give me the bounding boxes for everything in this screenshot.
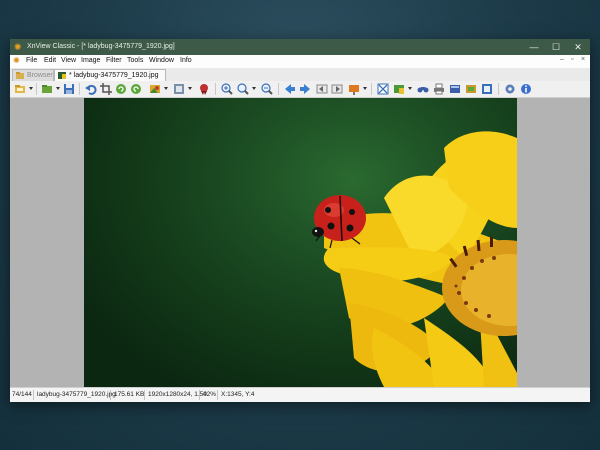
convert-icon[interactable]	[465, 83, 477, 95]
mdi-minimize-button[interactable]: –	[560, 56, 564, 63]
tab-browser[interactable]: Browser	[12, 69, 54, 81]
zoom-fit-icon[interactable]	[237, 83, 249, 95]
menu-image[interactable]: Image	[81, 57, 100, 64]
first-page-icon[interactable]	[316, 83, 328, 95]
menu-bar: ✺ File Edit View Image Filter Tools Wind…	[10, 55, 590, 68]
tab-image[interactable]: * ladybug-3475779_1920.jpg	[54, 69, 166, 81]
status-filesize: 175.61 KB	[114, 391, 145, 398]
tab-browser-label: Browser	[27, 72, 53, 79]
menu-view[interactable]: View	[61, 57, 76, 64]
slideshow-dropdown[interactable]	[363, 87, 367, 90]
print-icon[interactable]	[433, 83, 445, 95]
menu-file[interactable]: File	[26, 57, 37, 64]
toolbar-separator	[36, 83, 37, 95]
open-dropdown[interactable]	[56, 87, 60, 90]
menu-window[interactable]: Window	[149, 57, 174, 64]
screenshot-icon[interactable]	[481, 83, 493, 95]
undo-icon[interactable]	[85, 83, 97, 95]
binoculars-icon[interactable]	[417, 83, 429, 95]
toolbar-separator	[278, 83, 279, 95]
menu-info[interactable]: Info	[180, 57, 192, 64]
title-bar[interactable]: ✺ XnView Classic - [* ladybug-3475779_19…	[10, 39, 590, 55]
status-separator	[144, 390, 145, 400]
app-menu-icon[interactable]: ✺	[13, 56, 20, 65]
resize-dropdown[interactable]	[188, 87, 192, 90]
toolbar	[10, 81, 590, 98]
rotate-left-icon[interactable]	[115, 83, 127, 95]
toolbar-separator	[498, 83, 499, 95]
scanner-icon[interactable]	[449, 83, 461, 95]
next-icon[interactable]	[299, 83, 311, 95]
fullscreen-icon[interactable]	[377, 83, 389, 95]
capture-dropdown[interactable]	[408, 87, 412, 90]
toolbar-separator	[215, 83, 216, 95]
close-button[interactable]: ✕	[567, 39, 589, 55]
zoom-out-icon[interactable]	[261, 83, 273, 95]
info-icon[interactable]	[520, 83, 532, 95]
status-separator	[33, 390, 34, 400]
last-page-icon[interactable]	[331, 83, 343, 95]
ladybug-photo[interactable]	[84, 98, 517, 387]
mdi-restore-button[interactable]: ▫	[571, 56, 573, 63]
settings-icon[interactable]	[504, 83, 516, 95]
adjust-dropdown[interactable]	[164, 87, 168, 90]
browser-dropdown[interactable]	[29, 87, 33, 90]
menu-filter[interactable]: Filter	[106, 57, 122, 64]
status-zoom: 42%	[203, 391, 217, 398]
tab-image-label: * ladybug-3475779_1920.jpg	[69, 72, 159, 79]
previous-icon[interactable]	[284, 83, 296, 95]
toolbar-separator	[371, 83, 372, 95]
status-separator	[199, 390, 200, 400]
status-position: 74/144	[12, 391, 32, 398]
slideshow-icon[interactable]	[348, 83, 360, 95]
window-title: XnView Classic - [* ladybug-3475779_1920…	[27, 43, 175, 50]
image-icon	[58, 72, 66, 79]
maximize-button[interactable]: ☐	[545, 39, 567, 55]
capture-icon[interactable]	[393, 83, 405, 95]
tab-bar: Browser * ladybug-3475779_1920.jpg	[10, 68, 590, 82]
open-folder-icon[interactable]	[41, 83, 53, 95]
resize-icon[interactable]	[173, 83, 185, 95]
zoom-dropdown[interactable]	[252, 87, 256, 90]
status-filename: ladybug-3475779_1920.jpg	[37, 391, 116, 398]
toolbar-separator	[79, 83, 80, 95]
zoom-in-icon[interactable]	[221, 83, 233, 95]
status-separator	[217, 390, 218, 400]
browser-icon	[16, 72, 24, 79]
save-icon[interactable]	[63, 83, 75, 95]
status-cursor: X:1345, Y:4	[221, 391, 255, 398]
rotate-right-icon[interactable]	[130, 83, 142, 95]
xnview-app-icon: ✺	[14, 42, 22, 52]
status-bar: 74/144 ladybug-3475779_1920.jpg 175.61 K…	[10, 387, 590, 402]
menu-tools[interactable]: Tools	[127, 57, 143, 64]
adjust-icon[interactable]	[149, 83, 161, 95]
menu-edit[interactable]: Edit	[44, 57, 56, 64]
status-separator	[110, 390, 111, 400]
effects-icon[interactable]	[198, 83, 210, 95]
xnview-window: ✺ XnView Classic - [* ladybug-3475779_19…	[10, 39, 590, 402]
minimize-button[interactable]: —	[523, 39, 545, 55]
image-viewer[interactable]	[10, 98, 590, 387]
mdi-close-button[interactable]: ×	[581, 56, 585, 63]
crop-icon[interactable]	[100, 83, 112, 95]
browser-icon[interactable]	[14, 83, 26, 95]
